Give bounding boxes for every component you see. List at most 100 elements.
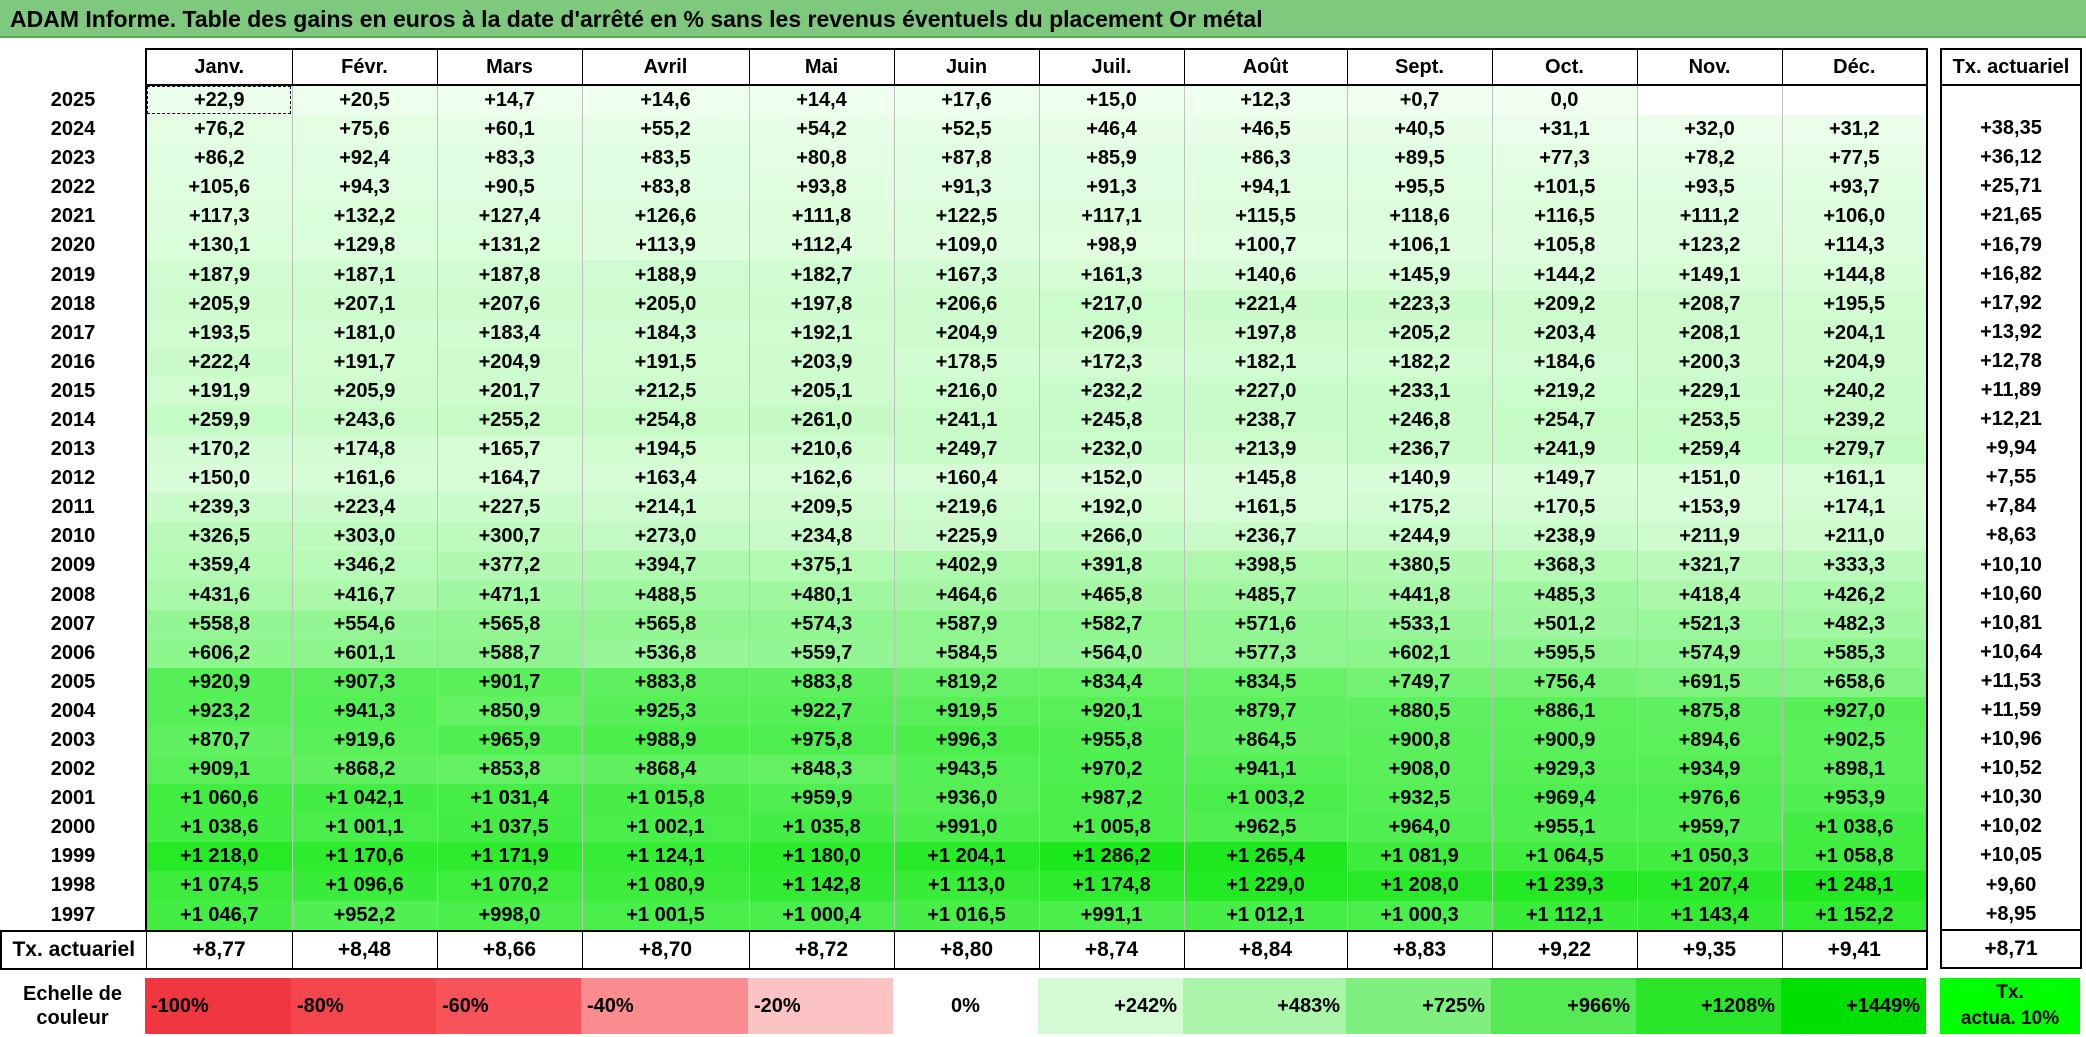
table-row: 2004 +923,2 +941,3 +850,9 +925,3 +922,7 +919,5… (1, 696, 1928, 726)
year-cell: 2020 (50, 234, 96, 257)
gain-cell: +109,0 (893, 231, 1039, 261)
gain-cell: +488,5 (581, 580, 749, 610)
gain-cell: +106,0 (1781, 202, 1928, 232)
gain-cell: +601,1 (291, 638, 437, 668)
gain-cell: +273,0 (581, 522, 749, 552)
gain-cell: +201,7 (436, 376, 582, 406)
month-tx-cell: +8,72 (748, 929, 894, 970)
gain-cell: +253,5 (1636, 405, 1782, 436)
tx-row: +8,63 (1940, 521, 2082, 551)
tx-row: +8,95 (1940, 899, 2082, 931)
tx-row: +7,55 (1940, 463, 2082, 493)
scale-swatch: -20% (748, 978, 893, 1034)
gain-cell: +1 005,8 (1038, 813, 1184, 843)
gain-cell: +585,3 (1781, 638, 1928, 668)
gain-cell: +238,9 (1491, 522, 1637, 552)
gain-cell: +233,1 (1346, 376, 1492, 406)
gain-cell: +864,5 (1183, 725, 1347, 756)
month-tx-cell: +8,74 (1038, 929, 1184, 970)
year-cell: 2001 (50, 787, 96, 810)
table-row: 2011 +239,3 +223,4 +227,5 +214,1 +209,5 +219,6… (1, 493, 1928, 523)
scale-swatch: -60% (436, 978, 581, 1034)
gain-cell: +975,8 (748, 725, 894, 756)
gain-cell: +602,1 (1346, 638, 1492, 668)
gain-cell: +398,5 (1183, 551, 1347, 581)
gain-cell: +191,5 (581, 347, 749, 377)
gain-cell: +920,1 (1038, 696, 1184, 726)
table-row: 2018 +205,9 +207,1 +207,6 +205,0 +197,8 +206,6… (1, 289, 1928, 319)
tx-row: +9,94 (1940, 434, 2082, 464)
gain-cell: +658,6 (1781, 667, 1928, 697)
table-row: 2000 +1 038,6 +1 001,1 +1 037,5 +1 002,1 +1 0… (1, 813, 1928, 843)
gain-cell: +691,5 (1636, 667, 1782, 697)
gain-cell: +210,6 (748, 435, 894, 465)
tx-row: +12,21 (1940, 405, 2082, 435)
gain-cell: +564,0 (1038, 638, 1184, 668)
gain-cell: +93,7 (1781, 173, 1928, 203)
gain-cell: +929,3 (1491, 755, 1637, 785)
table-row: 2019 +187,9 +187,1 +187,8 +188,9 +182,7 +167,3… (1, 260, 1928, 290)
gain-cell: +86,3 (1183, 144, 1347, 174)
gain-cell: +1 046,7 (145, 900, 292, 932)
gain-cell: +22,9 (145, 85, 292, 115)
gain-cell: +300,7 (436, 522, 582, 552)
month-header: Oct. (1491, 48, 1637, 86)
gain-cell: +1 031,4 (436, 784, 582, 814)
gain-cell: +1 016,5 (893, 900, 1039, 932)
gain-cell: +919,5 (893, 696, 1039, 726)
gain-cell: +105,8 (1491, 231, 1637, 261)
month-header: Sept. (1346, 48, 1492, 86)
gain-cell: +132,2 (291, 202, 437, 232)
color-scale-legend: Echelle de couleur -100% -80% -60% -40% -20% 0… (0, 978, 1926, 1034)
gain-cell: +848,3 (748, 755, 894, 785)
tx-cell: +16,79 (1940, 230, 2082, 260)
gain-cell: +187,9 (145, 260, 292, 290)
table-row: 1998 +1 074,5 +1 096,6 +1 070,2 +1 080,9 +1 1… (1, 871, 1928, 901)
gain-cell: +391,8 (1038, 551, 1184, 581)
gain-cell: +883,8 (748, 667, 894, 697)
gain-cell: +229,1 (1636, 376, 1782, 406)
gain-cell: +1 001,5 (581, 900, 749, 932)
tx-row: +10,10 (1940, 550, 2082, 580)
gain-cell: +17,6 (893, 85, 1039, 115)
gain-cell: +1 060,6 (145, 784, 292, 814)
gain-cell: +182,7 (748, 260, 894, 290)
gain-cell: +554,6 (291, 609, 437, 639)
gain-cell: +80,8 (748, 144, 894, 174)
gain-cell: +238,7 (1183, 405, 1347, 436)
gain-cell: +75,6 (291, 115, 437, 145)
tx-cell: +38,35 (1940, 114, 2082, 144)
tx-cell: +7,55 (1940, 463, 2082, 493)
gain-cell: +194,5 (581, 435, 749, 465)
gain-cell: +152,0 (1038, 464, 1184, 494)
gain-cell: +234,8 (748, 522, 894, 552)
scale-swatch: +966% (1491, 978, 1636, 1034)
gain-cell: +144,8 (1781, 260, 1928, 290)
gain-cell: +187,8 (436, 260, 582, 290)
gain-cell: +94,1 (1183, 173, 1347, 203)
gain-cell: +1 000,3 (1346, 900, 1492, 932)
gain-cell: +991,1 (1038, 900, 1184, 932)
tx-cell: +8,95 (1940, 899, 2082, 931)
year-cell: 1999 (50, 845, 96, 868)
gain-cell: +225,9 (893, 522, 1039, 552)
gain-cell: +161,6 (291, 464, 437, 494)
table-row: 1999 +1 218,0 +1 170,6 +1 171,9 +1 124,1 +1 1… (1, 842, 1928, 872)
gain-cell: +118,6 (1346, 202, 1492, 232)
scale-swatch: +725% (1346, 978, 1491, 1034)
gain-cell: +249,7 (893, 435, 1039, 465)
month-header: Mars (436, 48, 582, 86)
gain-cell: +996,3 (893, 725, 1039, 756)
year-cell: 2006 (50, 641, 96, 664)
gain-cell: +1 038,6 (1781, 813, 1928, 843)
gain-cell: +883,8 (581, 667, 749, 697)
scale-swatch: +1449% (1781, 978, 1926, 1034)
gain-cell: +900,8 (1346, 725, 1492, 756)
gain-cell: +988,9 (581, 725, 749, 756)
tx-row: +12,78 (1940, 346, 2082, 376)
month-header: Juin (893, 48, 1039, 86)
gain-cell: +184,6 (1491, 347, 1637, 377)
gain-cell: +1 208,0 (1346, 871, 1492, 901)
gain-cell: +111,2 (1636, 202, 1782, 232)
year-cell: 2009 (50, 554, 96, 577)
